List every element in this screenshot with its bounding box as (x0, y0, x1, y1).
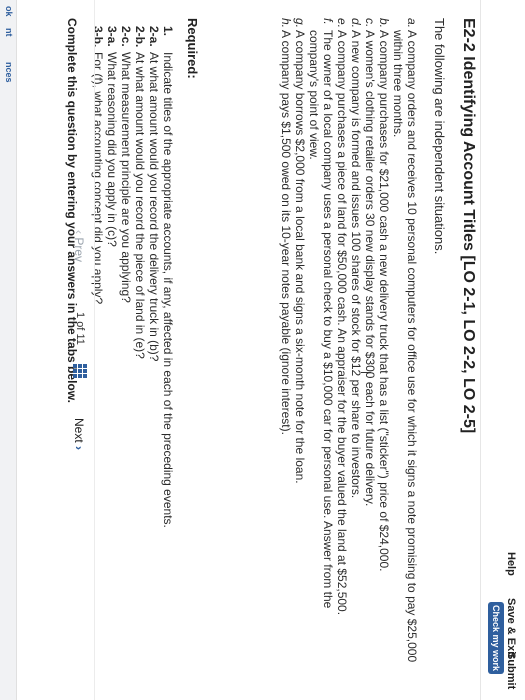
text-cursor-icon (361, 372, 371, 379)
required-heading: Required: (185, 18, 200, 79)
list-item: d. A new company is formed and issues 100… (349, 18, 363, 499)
assignment-page: Help Save & Exit Submit Check my work E2… (0, 0, 525, 700)
blank-area (17, 0, 65, 700)
question-title: E2-2 Identifying Account Titles [LO 2-1,… (460, 18, 477, 434)
list-item: b. A company purchases for $21,000 cash a… (377, 18, 391, 572)
submit-link[interactable]: Submit (505, 652, 517, 689)
chevron-left-icon: ‹ (72, 230, 86, 234)
list-item: 2-a. At what amount would you record the … (147, 26, 161, 362)
page-indicator: 1 of 11 (74, 312, 86, 345)
list-item: f. The owner of a local company uses a pe… (307, 18, 335, 609)
prev-button[interactable]: ‹ Prev (72, 230, 86, 262)
top-toolbar: Help Save & Exit Submit Check my work (480, 0, 525, 700)
gutter-tab-nt[interactable]: nt (4, 28, 14, 37)
gutter-tab-ok[interactable]: ok (4, 6, 14, 17)
side-gutter: ok nt nces (0, 0, 17, 700)
list-item: 1. Indicate titles of the appropriate acc… (161, 26, 175, 528)
list-item: e. A company purchases a piece of land fo… (335, 18, 349, 616)
gutter-tab-nces[interactable]: nces (4, 62, 14, 83)
pagination-bar: ‹ Prev 1 of 11 Next › (66, 0, 95, 700)
list-item: g. A company borrows $2,000 from a local … (293, 18, 307, 484)
question-grid-icon[interactable] (73, 364, 87, 378)
help-link[interactable]: Help (505, 552, 517, 576)
list-item: c. A women's clothing retailer orders 30 … (363, 18, 377, 507)
list-item: h. A company pays $1,500 owed on its 10-y… (279, 18, 293, 435)
next-button[interactable]: Next › (72, 418, 86, 450)
check-my-work-button[interactable]: Check my work (488, 602, 504, 674)
list-item: 2-c. What measurement principle are you a… (119, 26, 133, 303)
question-intro: The following are independent situations… (432, 18, 447, 255)
next-label: Next (72, 418, 86, 443)
list-item: 2-b. At what amount would you record the … (133, 26, 147, 359)
prev-label: Prev (72, 237, 86, 263)
list-item: 3-a. What reasoning did you apply in (c)? (105, 26, 119, 247)
situations-list: a. A company orders and receives 10 perso… (279, 18, 419, 668)
requirements-list: 1. Indicate titles of the appropriate acc… (91, 26, 175, 666)
save-exit-link[interactable]: Save & Exit (505, 598, 517, 658)
chevron-right-icon: › (72, 446, 86, 451)
list-item: a. A company orders and receives 10 perso… (391, 18, 419, 663)
